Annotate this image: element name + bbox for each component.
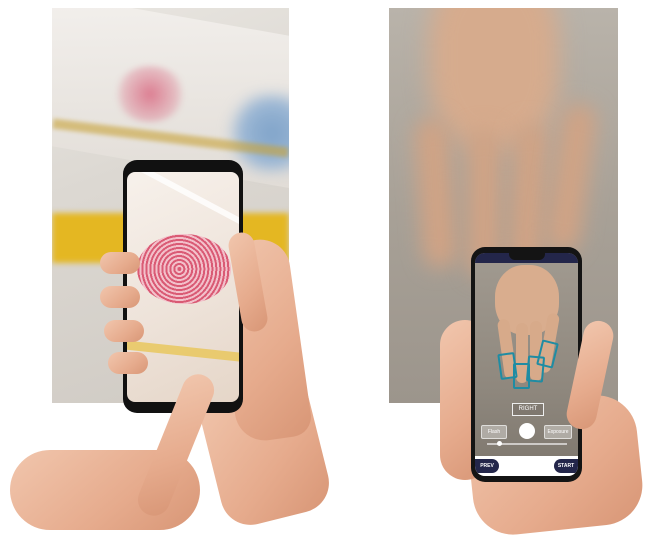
smartphone-right: RIGHT Flash Exposure PREV START — [471, 247, 582, 482]
blurred-finger — [413, 116, 459, 270]
exposure-button[interactable]: Exposure — [544, 425, 572, 439]
smartphone-left — [123, 160, 243, 413]
exposure-slider-knob[interactable] — [497, 441, 502, 446]
gloved-hand-blur — [227, 93, 289, 173]
flash-button[interactable]: Flash — [481, 425, 507, 439]
prev-button[interactable]: PREV — [475, 459, 499, 473]
finger — [108, 352, 148, 374]
latent-fingerprint — [137, 234, 231, 304]
blurred-finger — [543, 101, 599, 255]
finger — [100, 252, 140, 274]
capture-app-screen: RIGHT Flash Exposure PREV START — [475, 253, 578, 476]
start-button[interactable]: START — [554, 459, 578, 473]
phone-notch — [509, 253, 545, 260]
paper-fold — [127, 172, 239, 234]
finger — [100, 286, 140, 308]
blood-stain — [114, 66, 186, 122]
finger — [104, 320, 144, 342]
shutter-button[interactable] — [519, 423, 535, 439]
hand-side-label: RIGHT — [512, 403, 544, 416]
